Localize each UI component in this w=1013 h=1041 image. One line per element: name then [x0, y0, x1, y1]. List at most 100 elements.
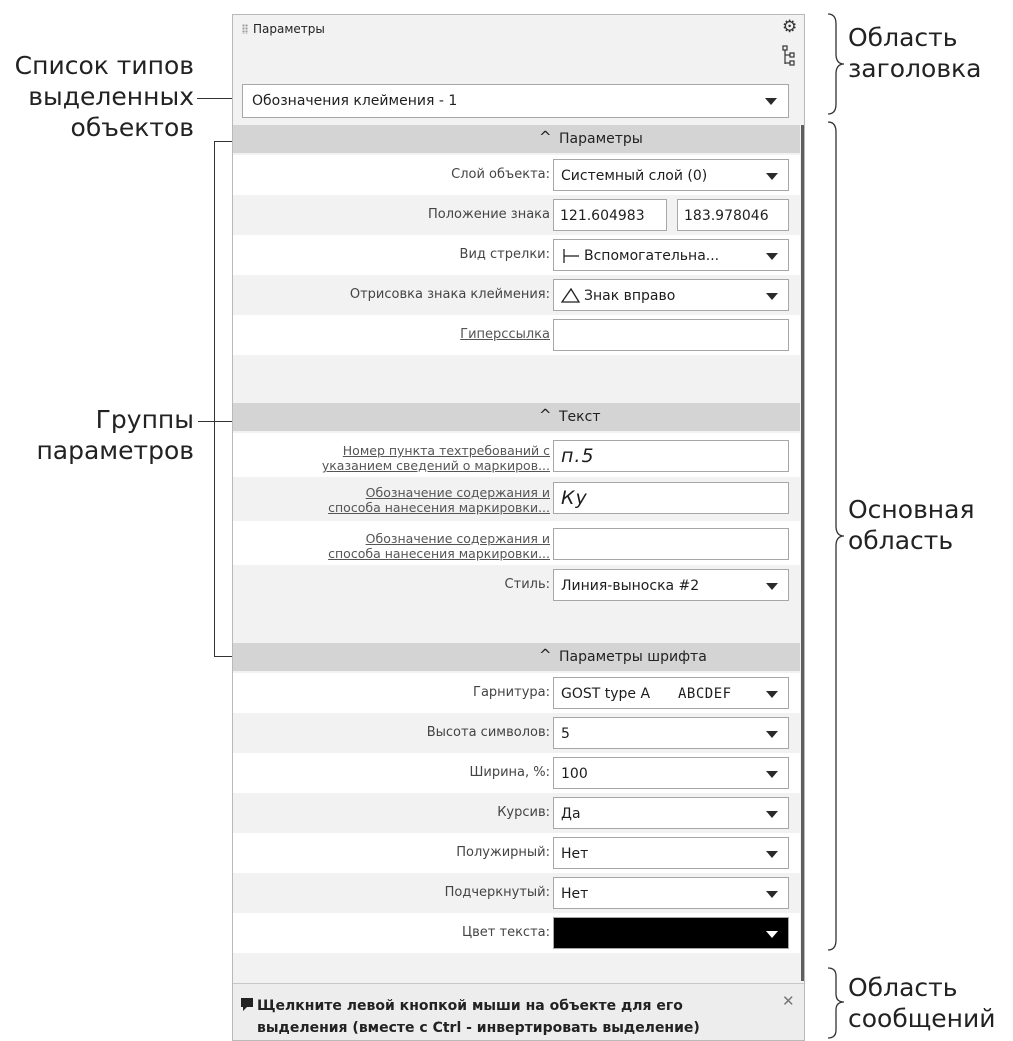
- row-arrow: Вид стрелки: Вспомогательна...: [233, 235, 800, 275]
- chevron-up-icon: ^: [539, 406, 552, 424]
- chevron-up-icon: ^: [539, 646, 552, 664]
- width-value: 100: [561, 766, 588, 782]
- position-y-input[interactable]: 183.978046: [677, 199, 789, 231]
- row-width: Ширина, %: 100: [233, 753, 800, 793]
- height-label: Высота символов:: [426, 725, 550, 740]
- row-layer: Слой объекта: Системный слой (0): [233, 155, 800, 195]
- typeface-select[interactable]: GOST type A ABCDEF: [553, 677, 789, 709]
- triangle-sign-icon: [561, 287, 581, 303]
- dropdown-arrow-icon: [766, 931, 778, 938]
- text-item1-label[interactable]: Номер пункта техтребований с указанием с…: [322, 443, 550, 473]
- dropdown-arrow-icon: [766, 891, 778, 898]
- dropdown-arrow-icon: [766, 173, 778, 180]
- dropdown-arrow-icon: [766, 253, 778, 260]
- row-height: Высота символов: 5: [233, 713, 800, 753]
- height-select[interactable]: 5: [553, 717, 789, 749]
- text-item1-value: п.5: [561, 445, 595, 467]
- arrow-select[interactable]: Вспомогательна...: [553, 239, 789, 271]
- color-label: Цвет текста:: [462, 925, 550, 940]
- text-item2-value: Ку: [561, 487, 588, 509]
- layer-select[interactable]: Системный слой (0): [553, 159, 789, 191]
- row-italic: Курсив: Да: [233, 793, 800, 833]
- italic-value: Да: [561, 806, 581, 822]
- row-position: Положение знака 121.604983 183.978046: [233, 195, 800, 235]
- dropdown-arrow-icon: [766, 583, 778, 590]
- typeface-sample: ABCDEF: [678, 686, 732, 702]
- group-label-font: Параметры шрифта: [559, 649, 707, 665]
- tree-icon[interactable]: [782, 45, 796, 67]
- position-x-input[interactable]: 121.604983: [553, 199, 667, 231]
- layer-value: Системный слой (0): [561, 168, 708, 184]
- drag-grip-icon[interactable]: [242, 24, 248, 34]
- annotation-header-area: Область заголовка: [848, 23, 982, 83]
- row-underline: Подчеркнутый: Нет: [233, 873, 800, 913]
- parameters-panel: Параметры ⚙ Обозначения клеймения - 1 ^ …: [232, 14, 805, 1041]
- text-item3-input[interactable]: [553, 528, 789, 560]
- text-item2-label[interactable]: Обозначение содержания и способа нанесен…: [328, 485, 550, 515]
- row-color: Цвет текста:: [233, 913, 800, 953]
- hyperlink-input[interactable]: [553, 319, 789, 351]
- dropdown-arrow-icon: [766, 293, 778, 300]
- italic-label: Курсив:: [497, 805, 550, 820]
- position-label: Положение знака: [428, 207, 550, 222]
- height-value: 5: [561, 726, 570, 742]
- group-header-font[interactable]: ^ Параметры шрифта: [233, 643, 800, 671]
- underline-value: Нет: [561, 886, 589, 902]
- text-item1-input[interactable]: п.5: [553, 440, 789, 472]
- bold-label: Полужирный:: [456, 845, 550, 860]
- close-icon[interactable]: ✕: [782, 992, 795, 1010]
- main-brace: [827, 121, 845, 951]
- group-header-params[interactable]: ^ Параметры: [233, 125, 800, 153]
- panel-titlebar[interactable]: Параметры ⚙: [233, 15, 804, 43]
- drawing-label: Отрисовка знака клеймения:: [349, 287, 550, 302]
- message-area: Щелкните левой кнопкой мыши на объекте д…: [233, 983, 804, 1040]
- italic-select[interactable]: Да: [553, 797, 789, 829]
- style-label: Стиль:: [504, 577, 550, 592]
- annotation-main-area: Основная область: [848, 495, 975, 555]
- groups-bracket-vertical: [214, 141, 215, 657]
- text-item3-label[interactable]: Обозначение содержания и способа нанесен…: [328, 531, 550, 561]
- text-item2-label-line1: Обозначение содержания и: [365, 485, 550, 500]
- dropdown-arrow-icon: [766, 851, 778, 858]
- group-header-text[interactable]: ^ Текст: [233, 403, 800, 431]
- main-area: ^ Параметры Слой объекта: Системный слой…: [233, 125, 800, 979]
- annotation-messages-area: Область сообщений: [848, 973, 996, 1033]
- row-bold: Полужирный: Нет: [233, 833, 800, 873]
- object-type-value: Обозначения клеймения - 1: [252, 93, 458, 109]
- text-item1-label-line2: указанием сведений о маркиров...: [321, 458, 550, 473]
- dropdown-arrow-icon: [766, 691, 778, 698]
- dropdown-arrow-icon: [766, 811, 778, 818]
- gear-icon[interactable]: ⚙: [782, 17, 797, 37]
- text-color-select[interactable]: [553, 917, 789, 949]
- arrow-label: Вид стрелки:: [459, 247, 550, 262]
- layer-label: Слой объекта:: [451, 167, 550, 182]
- text-item2-input[interactable]: Ку: [553, 482, 789, 514]
- group-label-text: Текст: [559, 409, 601, 425]
- row-drawing: Отрисовка знака клеймения: Знак вправо: [233, 275, 800, 315]
- message-icon: [241, 998, 253, 1011]
- bold-value: Нет: [561, 846, 589, 862]
- panel-title: Параметры: [253, 22, 325, 36]
- object-type-select[interactable]: Обозначения клеймения - 1: [242, 84, 789, 118]
- header-brace: [827, 13, 845, 115]
- row-style: Стиль: Линия-выноска #2: [233, 565, 800, 605]
- row-hyperlink: Гиперссылка: [233, 315, 800, 355]
- position-y-value: 183.978046: [684, 208, 769, 224]
- scrollbar[interactable]: [801, 125, 804, 981]
- typeface-value: GOST type A: [561, 686, 651, 702]
- bold-select[interactable]: Нет: [553, 837, 789, 869]
- width-select[interactable]: 100: [553, 757, 789, 789]
- annotation-groups: Группы параметров: [36, 405, 194, 465]
- width-label: Ширина, %:: [469, 765, 550, 780]
- underline-select[interactable]: Нет: [553, 877, 789, 909]
- position-x-value: 121.604983: [560, 208, 645, 224]
- chevron-up-icon: ^: [539, 128, 552, 146]
- arrow-value: Вспомогательна...: [584, 248, 720, 264]
- text-item1-label-line1: Номер пункта техтребований с: [342, 443, 550, 458]
- style-select[interactable]: Линия-выноска #2: [553, 569, 789, 601]
- hyperlink-label[interactable]: Гиперссылка: [460, 327, 550, 342]
- dropdown-arrow-icon: [766, 731, 778, 738]
- drawing-select[interactable]: Знак вправо: [553, 279, 789, 311]
- style-value: Линия-выноска #2: [561, 578, 700, 594]
- message-text: Щелкните левой кнопкой мыши на объекте д…: [257, 998, 700, 1036]
